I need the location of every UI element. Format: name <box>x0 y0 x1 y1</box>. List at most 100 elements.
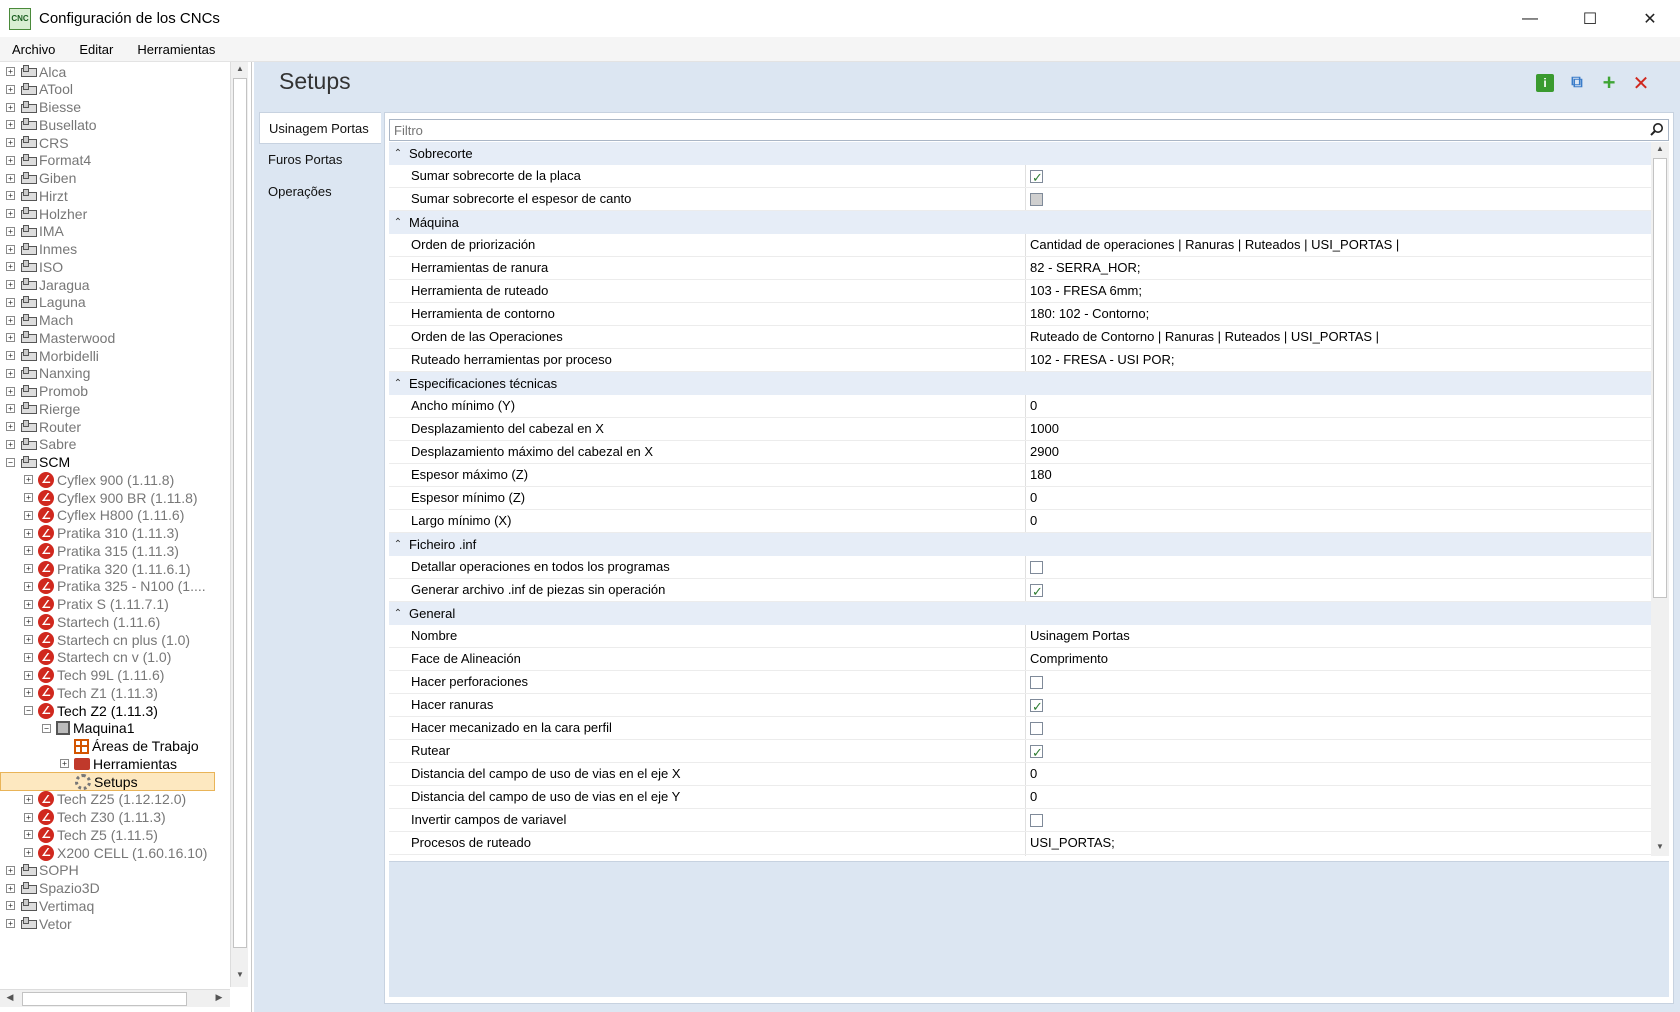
property-row[interactable]: Generar archivo .inf de piezas sin opera… <box>389 579 1651 603</box>
tab-operacoes[interactable]: Operações <box>259 176 379 208</box>
tree-item[interactable]: + ∠ Pratika 325 - N100 (1.... <box>0 577 206 596</box>
property-checkbox[interactable] <box>1030 742 1043 764</box>
property-row[interactable]: Ancho mínimo (Y) 0 <box>389 395 1651 418</box>
property-category[interactable]: ⌃ Máquina <box>389 211 1651 234</box>
property-checkbox[interactable] <box>1030 813 1043 827</box>
tree-item[interactable]: + ∠ Tech Z25 (1.12.12.0) <box>0 790 186 809</box>
property-row[interactable]: Desplazamiento máximo del cabezal en X 29… <box>389 441 1651 464</box>
tree-item[interactable]: + Inmes <box>0 240 77 259</box>
property-row[interactable]: Procesos de ruteado USI_PORTAS; <box>389 832 1651 855</box>
property-row[interactable]: Hacer ranuras <box>389 694 1651 718</box>
expand-icon[interactable]: + <box>6 351 15 360</box>
property-row[interactable]: Espesor máximo (Z) 180 <box>389 464 1651 487</box>
property-value[interactable]: 0 <box>1026 487 1037 509</box>
expand-icon[interactable]: + <box>24 528 33 538</box>
expand-icon[interactable]: + <box>24 617 33 627</box>
property-row[interactable]: Orden de las Operaciones Ruteado de Conto… <box>389 326 1651 349</box>
menu-archivo[interactable]: Archivo <box>0 37 67 62</box>
expand-icon[interactable]: + <box>24 670 33 680</box>
property-value[interactable]: 82 - SERRA_HOR; <box>1026 257 1141 279</box>
info-icon[interactable]: i <box>1536 74 1554 92</box>
property-row[interactable]: Herramienta de contorno 180: 102 - Contor… <box>389 303 1651 326</box>
tree-item[interactable]: + ∠ Startech cn plus (1.0) <box>0 630 190 649</box>
tree-item[interactable]: + ∠ Pratix S (1.11.7.1) <box>0 595 169 614</box>
search-icon[interactable] <box>1650 122 1664 136</box>
tree-item[interactable]: + Holzher <box>0 204 87 223</box>
collapse-caret-icon[interactable]: ⌃ <box>389 217 407 228</box>
property-category[interactable]: ⌃ Ficheiro .inf <box>389 533 1651 556</box>
tree-item[interactable]: + ∠ Tech Z5 (1.11.5) <box>0 825 158 844</box>
property-value[interactable]: 180 <box>1026 464 1052 486</box>
property-row[interactable]: Nombre Usinagem Portas <box>389 625 1651 648</box>
property-row[interactable]: Ruteado herramientas por proceso 102 - FR… <box>389 349 1651 372</box>
expand-icon[interactable]: + <box>6 439 15 449</box>
tree-item[interactable]: − SCM <box>0 453 70 472</box>
expand-icon[interactable]: + <box>6 315 15 325</box>
expand-icon[interactable]: + <box>6 262 15 272</box>
property-row[interactable]: Herramienta de ruteado 103 - FRESA 6mm; <box>389 280 1651 303</box>
add-icon[interactable]: + <box>1600 70 1618 95</box>
property-row[interactable]: Orden de priorización Cantidad de operaci… <box>389 234 1651 257</box>
tree-item[interactable]: + Vertimaq <box>0 896 94 915</box>
collapse-icon[interactable]: − <box>6 457 15 467</box>
tree-item[interactable]: + Giben <box>0 169 76 188</box>
property-row[interactable]: Sumar sobrecorte el espesor de canto <box>389 188 1651 211</box>
expand-icon[interactable]: + <box>24 848 33 857</box>
property-value[interactable]: 2900 <box>1026 441 1059 463</box>
filter-input[interactable] <box>390 120 1668 140</box>
tree-item[interactable]: + Biesse <box>0 98 81 117</box>
property-value[interactable]: USI_PORTAS; <box>1026 832 1115 854</box>
tree-item[interactable]: − Maquina1 <box>0 719 135 738</box>
maximize-button[interactable]: ☐ <box>1560 0 1620 37</box>
minimize-button[interactable]: — <box>1500 0 1560 37</box>
collapse-icon[interactable]: − <box>42 723 51 733</box>
property-category[interactable]: ⌃ General <box>389 602 1651 625</box>
expand-icon[interactable]: + <box>6 368 15 378</box>
property-value[interactable] <box>1026 579 1043 603</box>
expand-icon[interactable]: + <box>6 84 15 94</box>
property-row[interactable]: Rutear contornoSolamente marcados <box>389 855 1651 856</box>
tab-usinagem-portas[interactable]: Usinagem Portas <box>259 112 381 144</box>
expand-icon[interactable]: + <box>24 794 33 804</box>
tree-vertical-scrollbar[interactable]: ▲ ▼ <box>230 62 248 987</box>
property-row[interactable]: Distancia del campo de uso de vias en el… <box>389 763 1651 786</box>
property-row[interactable]: Sumar sobrecorte de la placa <box>389 165 1651 189</box>
property-value[interactable] <box>1026 717 1043 739</box>
property-row[interactable]: Rutear <box>389 740 1651 764</box>
tree-item[interactable]: + ∠ Cyflex H800 (1.11.6) <box>0 506 184 525</box>
expand-icon[interactable]: + <box>24 635 33 644</box>
scroll-right-arrow-icon[interactable]: ▶ <box>212 992 226 1006</box>
tree-item[interactable]: + Masterwood <box>0 328 115 347</box>
property-value[interactable]: Solamente marcados <box>1026 855 1153 856</box>
tree-item[interactable]: + ∠ Pratika 315 (1.11.3) <box>0 541 179 560</box>
expand-icon[interactable]: + <box>24 475 33 485</box>
tree-item[interactable]: + Router <box>0 417 81 436</box>
tree-item[interactable]: + Jaragua <box>0 275 90 294</box>
expand-icon[interactable]: + <box>24 546 33 556</box>
scroll-down-arrow-icon[interactable]: ▼ <box>1651 842 1669 851</box>
expand-icon[interactable]: + <box>6 422 15 431</box>
tree-item[interactable]: + Sabre <box>0 435 76 454</box>
tree-item[interactable]: + ATool <box>0 80 73 99</box>
expand-icon[interactable]: + <box>6 138 15 147</box>
expand-icon[interactable]: + <box>24 493 33 502</box>
property-value[interactable] <box>1026 671 1043 693</box>
property-value[interactable]: 0 <box>1026 786 1037 808</box>
property-category[interactable]: ⌃ Sobrecorte <box>389 142 1651 165</box>
property-checkbox[interactable] <box>1030 560 1043 574</box>
scroll-down-arrow-icon[interactable]: ▼ <box>231 970 249 984</box>
property-value[interactable]: Usinagem Portas <box>1026 625 1130 647</box>
expand-icon[interactable]: + <box>6 173 15 183</box>
tree-item[interactable]: + IMA <box>0 222 64 241</box>
menu-herramientas[interactable]: Herramientas <box>125 37 227 62</box>
tree-item[interactable]: + Promob <box>0 382 88 401</box>
expand-icon[interactable]: + <box>6 333 15 343</box>
tree-item[interactable]: + SOPH <box>0 861 79 880</box>
tree-item[interactable]: + ∠ Pratika 310 (1.11.3) <box>0 524 179 543</box>
scroll-thumb[interactable] <box>233 78 247 948</box>
expand-icon[interactable]: + <box>24 688 33 698</box>
copy-icon[interactable]: ⧉ <box>1568 74 1586 92</box>
expand-icon[interactable]: + <box>60 759 69 769</box>
scroll-thumb[interactable] <box>1653 158 1667 598</box>
expand-icon[interactable]: + <box>6 209 15 218</box>
